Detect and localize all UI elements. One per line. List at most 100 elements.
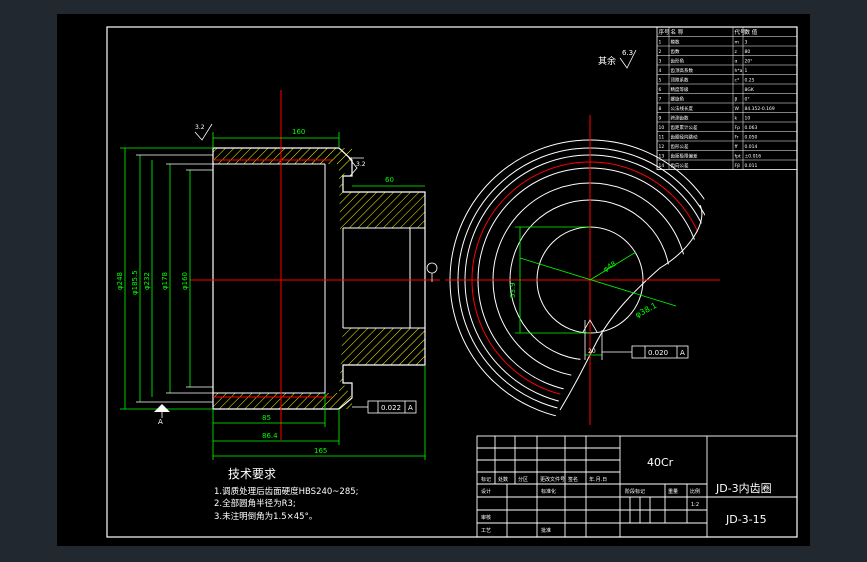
param-table-cell: 齿向公差 (671, 162, 689, 169)
param-table-cell: Fp (735, 125, 741, 131)
title-block-weight-label: 重量 (668, 488, 678, 495)
param-table-cell: m (735, 41, 739, 46)
dim-top-width-label: 160 (292, 128, 305, 136)
param-table-cell: 0.25 (745, 78, 755, 84)
title-block-drawing-title: JD-3内齿圈 (715, 481, 772, 495)
param-table-cell: β (735, 97, 738, 103)
param-table-cell: 1 (659, 40, 662, 46)
param-table-cell: fpt (735, 154, 741, 160)
param-table-cell: 8 (659, 106, 662, 112)
param-table-cell: Fr (735, 135, 739, 141)
param-table-cell: c* (735, 78, 740, 84)
tech-requirement-2: 2.全部圆角半径为R3; (214, 498, 296, 509)
param-table-cell: 顶隙系数 (671, 77, 689, 84)
param-table-cell: 0.063 (745, 125, 758, 131)
param-table-cell: 8GK (745, 87, 755, 93)
front-dim-radial-label: φ48 (602, 260, 618, 274)
title-block-scale-label: 比例 (690, 488, 700, 495)
tolerance-left-datum: A (408, 404, 413, 412)
param-table-cell: 11 (659, 135, 665, 141)
title-block-material: 40Cr (647, 456, 674, 469)
title-block-stage-label: 阶段标记 (625, 488, 645, 495)
param-table-cell: Fβ (735, 163, 741, 169)
gear-parameter-table: 序号名 称代号数 值1 模数 m 32 齿数 z 803 齿形角 α 20°4 齿顶高系数 h*a 15… (656, 26, 798, 170)
param-table-cell: 齿距累计公差 (671, 124, 698, 131)
param-table-cell: 齿形角 (671, 58, 685, 65)
gear-break-curve (559, 204, 703, 411)
front-dim-bore-height-label: 53.9 (509, 282, 517, 298)
section-bottom-wall-hatch (213, 393, 339, 409)
title-block-revision-label: 签名 (568, 476, 578, 483)
param-table-cell: 3 (745, 40, 748, 46)
param-table-cell: 0.011 (745, 163, 758, 169)
param-table-cell: 2 (659, 49, 662, 55)
param-table-header-cell: 名 称 (671, 28, 684, 36)
section-outline (212, 147, 426, 410)
param-table-cell: α (735, 60, 738, 65)
title-block-scale: 1:2 (691, 502, 699, 508)
section-top-wall-hatch (213, 148, 339, 164)
title-block-approve-label: 批准 (541, 527, 551, 534)
tech-requirements: 技术要求 1.调质处理后齿面硬度HBS240~285; 2.全部圆角半径为R3;… (214, 467, 359, 522)
param-table-cell: h*a (735, 68, 743, 74)
param-table-cell: 0.050 (745, 135, 758, 141)
param-table-cell: 10 (745, 116, 751, 122)
param-table-cell: 3 (659, 59, 662, 65)
param-table-cell: 5 (659, 78, 662, 84)
dim-hub-width-label: 60 (385, 176, 394, 184)
title-block-revision-labels: 标记 处数 分区 更改文件号 签名 年.月.日 (481, 476, 607, 483)
title-block-process-label: 工艺 (481, 528, 491, 534)
dim-left-3-label: φ232 (143, 272, 151, 290)
param-table-cell: W (735, 106, 740, 112)
param-table-cell: 齿顶高系数 (671, 67, 694, 74)
datum-a-label: A (158, 418, 163, 426)
param-table-cell: ±0.016 (745, 154, 762, 160)
front-dim-diag (519, 257, 677, 307)
param-table-cell: 0.014 (745, 144, 758, 150)
param-table-cell: 10 (659, 125, 665, 131)
engineering-drawing: 160 60 85 86.4 165 φ248 φ185.5 φ232 φ178… (106, 26, 798, 538)
param-table-cell: 齿距极限偏差 (671, 153, 698, 160)
param-table-cell: 84.352-0.169 (745, 106, 775, 112)
surface-finish-label: 其余 (598, 55, 616, 67)
surface-finish-value: 6.3 (622, 49, 633, 57)
title-block-revision-label: 处数 (498, 476, 508, 483)
title-block-revision-label: 分区 (518, 476, 528, 483)
runout-symbol (426, 262, 438, 274)
param-table-cell: 13 (659, 154, 665, 160)
roughness-left-value: 3.2 (195, 124, 205, 131)
front-view: 53.9 φ48 φ38.1 20 0.020 A (445, 115, 720, 425)
param-table-header-cell: 序号 (659, 28, 671, 36)
tech-requirement-1: 1.调质处理后齿面硬度HBS240~285; (214, 486, 359, 497)
title-block-revision-label: 年.月.日 (589, 476, 607, 483)
param-table-cell: 12 (659, 144, 665, 150)
dim-left-4-label: φ178 (161, 272, 169, 290)
param-table-cell: 20° (745, 59, 753, 65)
title-block-revision-label: 更改文件号 (540, 476, 565, 483)
param-table-cell: 跨测齿数 (671, 115, 689, 122)
title-block-drawing-number: JD-3-15 (725, 513, 767, 526)
title-block-standardize-label: 标准化 (541, 488, 556, 495)
section-view: 160 60 85 86.4 165 φ248 φ185.5 φ232 φ178… (116, 90, 440, 460)
tech-requirements-heading: 技术要求 (228, 467, 276, 481)
roughness-right-value: 3.2 (356, 161, 366, 168)
dim-left-5-label: φ160 (181, 272, 189, 290)
tolerance-left-value: 0.022 (381, 404, 401, 412)
front-dim-key-label: 20 (588, 348, 596, 355)
sheet-border (106, 26, 798, 538)
param-table-cell: 模数 (671, 39, 680, 46)
param-table-cell: 1 (745, 68, 748, 74)
param-table-cell: 齿圈径向跳动 (671, 134, 698, 141)
cad-viewport[interactable]: 160 60 85 86.4 165 φ248 φ185.5 φ232 φ178… (0, 0, 867, 562)
param-table-cell: 齿数 (671, 48, 680, 55)
param-table-cell: 齿形公差 (671, 143, 689, 150)
dim-bottom-2-label: 86.4 (262, 432, 278, 440)
title-block-review-label: 审核 (481, 514, 491, 521)
dim-bottom-3-label: 165 (314, 447, 327, 455)
title-block-design-label: 设计 (481, 488, 491, 495)
param-table-cell: 9 (659, 116, 662, 122)
tolerance-right-datum: A (680, 349, 685, 357)
param-table-cell: 4 (659, 68, 662, 74)
param-table-header-cell: 数 值 (745, 28, 758, 36)
param-table-cell: z (735, 50, 738, 55)
